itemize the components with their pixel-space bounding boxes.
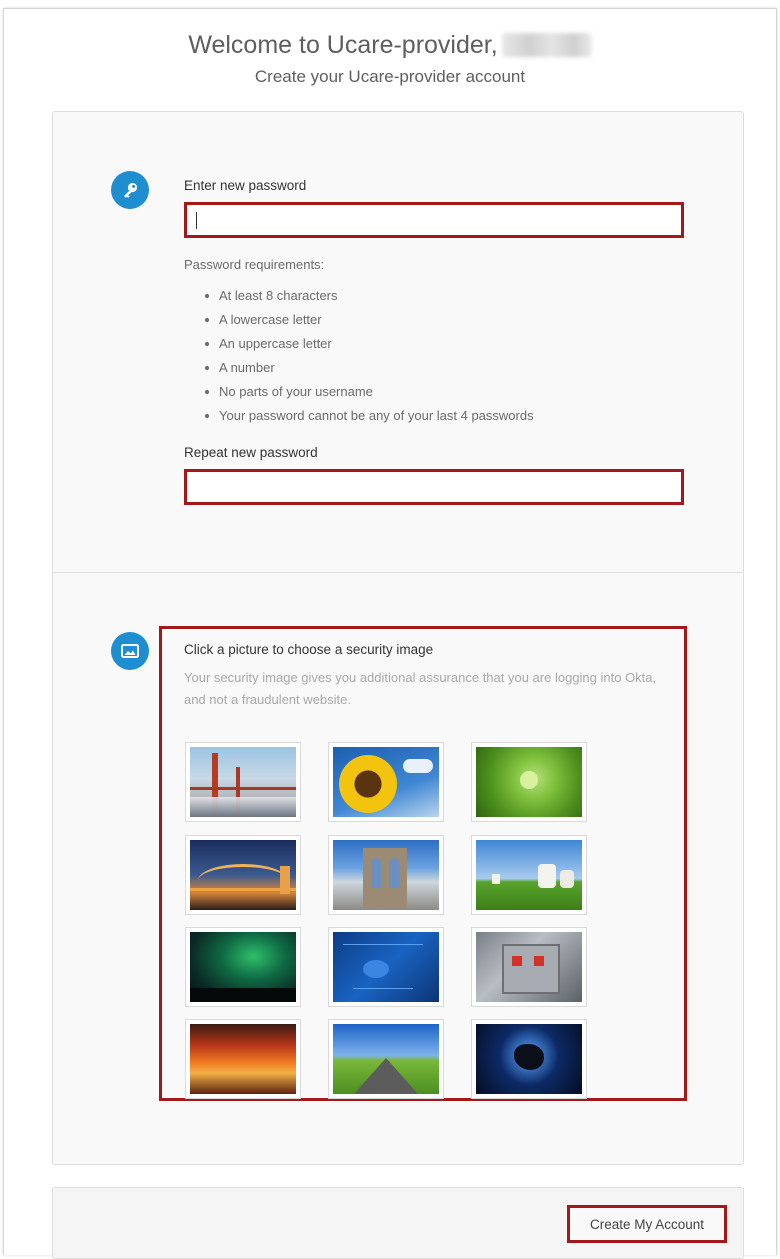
sunset-clouds-picture (190, 1024, 296, 1094)
golden-gate-bridge-picture (190, 747, 296, 817)
signup-card: Enter new password Password requirements… (52, 111, 744, 1165)
security-image-sunset-clouds[interactable] (185, 1019, 301, 1099)
requirement-item: A lowercase letter (184, 308, 534, 332)
create-account-button[interactable]: Create My Account (567, 1205, 727, 1243)
security-image-title: Click a picture to choose a security ima… (184, 642, 434, 657)
requirement-item: An uppercase letter (184, 332, 534, 356)
section-divider (53, 572, 743, 573)
security-image-northern-lights[interactable] (185, 927, 301, 1007)
security-image-brooklyn-bridge[interactable] (328, 835, 444, 915)
green-succulent-picture (476, 747, 582, 817)
northern-lights-picture (190, 932, 296, 1002)
security-image-description: Your security image gives you additional… (184, 670, 657, 707)
security-image-golden-gate-bridge[interactable] (185, 742, 301, 822)
requirement-item: No parts of your username (184, 380, 534, 404)
circuit-board-picture (333, 932, 439, 1002)
requirement-item: A number (184, 356, 534, 380)
security-image-sunflower[interactable] (328, 742, 444, 822)
eclipse-picture (476, 1024, 582, 1094)
footer-bar: Create My Account (52, 1187, 744, 1259)
repeat-password-label: Repeat new password (184, 445, 318, 460)
security-image-goats-on-hill[interactable] (471, 835, 587, 915)
requirement-item: Your password cannot be any of your last… (184, 404, 534, 428)
security-image-harbour-bridge-night[interactable] (185, 835, 301, 915)
requirements-list: At least 8 characters A lowercase letter… (184, 284, 534, 428)
open-road-picture (333, 1024, 439, 1094)
security-image-robot-toy[interactable] (471, 927, 587, 1007)
text-caret (196, 212, 197, 229)
security-image-open-road[interactable] (328, 1019, 444, 1099)
key-icon (111, 171, 149, 209)
security-image-circuit-board[interactable] (328, 927, 444, 1007)
repeat-password-input[interactable] (184, 469, 684, 505)
sunflower-picture (333, 747, 439, 817)
new-password-label: Enter new password (184, 178, 307, 193)
image-icon (111, 632, 149, 670)
welcome-heading: Welcome to Ucare-provider, (4, 31, 776, 60)
robot-toy-picture (476, 932, 582, 1002)
page-subtitle: Create your Ucare-provider account (254, 67, 526, 86)
requirement-item: At least 8 characters (184, 284, 534, 308)
requirements-title: Password requirements: (184, 257, 325, 272)
new-password-input[interactable] (184, 202, 684, 238)
redacted-username (501, 33, 592, 57)
security-image-eclipse[interactable] (471, 1019, 587, 1099)
harbour-bridge-night-picture (190, 840, 296, 910)
goats-on-hill-picture (476, 840, 582, 910)
security-image-green-succulent[interactable] (471, 742, 587, 822)
brooklyn-bridge-picture (333, 840, 439, 910)
welcome-text: Welcome to Ucare-provider, (188, 31, 498, 59)
page-frame: Welcome to Ucare-provider, Create your U… (3, 8, 777, 1259)
